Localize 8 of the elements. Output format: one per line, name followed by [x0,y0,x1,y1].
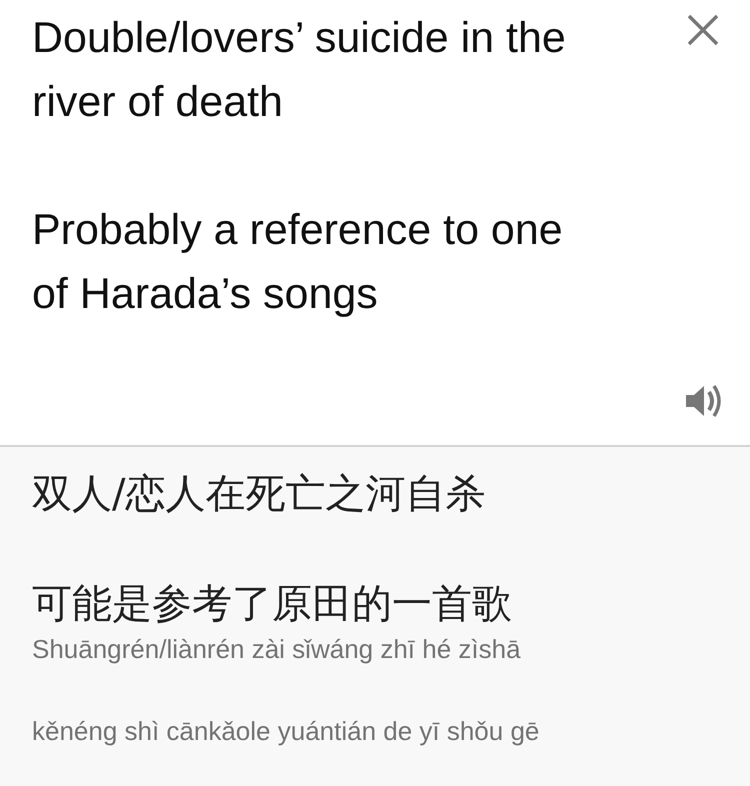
translation-text: 双人/恋人在死亡之河自杀 [32,470,486,519]
translation-text: 可能是参考了原田的一首歌 [32,580,513,629]
speaker-icon[interactable] [684,382,724,420]
close-icon[interactable] [686,13,720,47]
pinyin-text: kěnéng shì cānkǎole yuántián de yī shǒu gē [32,715,540,748]
pinyin-text: Shuāngrén/liànrén zài sǐwáng zhī hé zìshā [32,633,522,666]
source-text: Double/lovers’ suicide in the river of death [32,13,567,128]
source-text: Probably a reference to one of Harada’s songs [32,205,564,320]
